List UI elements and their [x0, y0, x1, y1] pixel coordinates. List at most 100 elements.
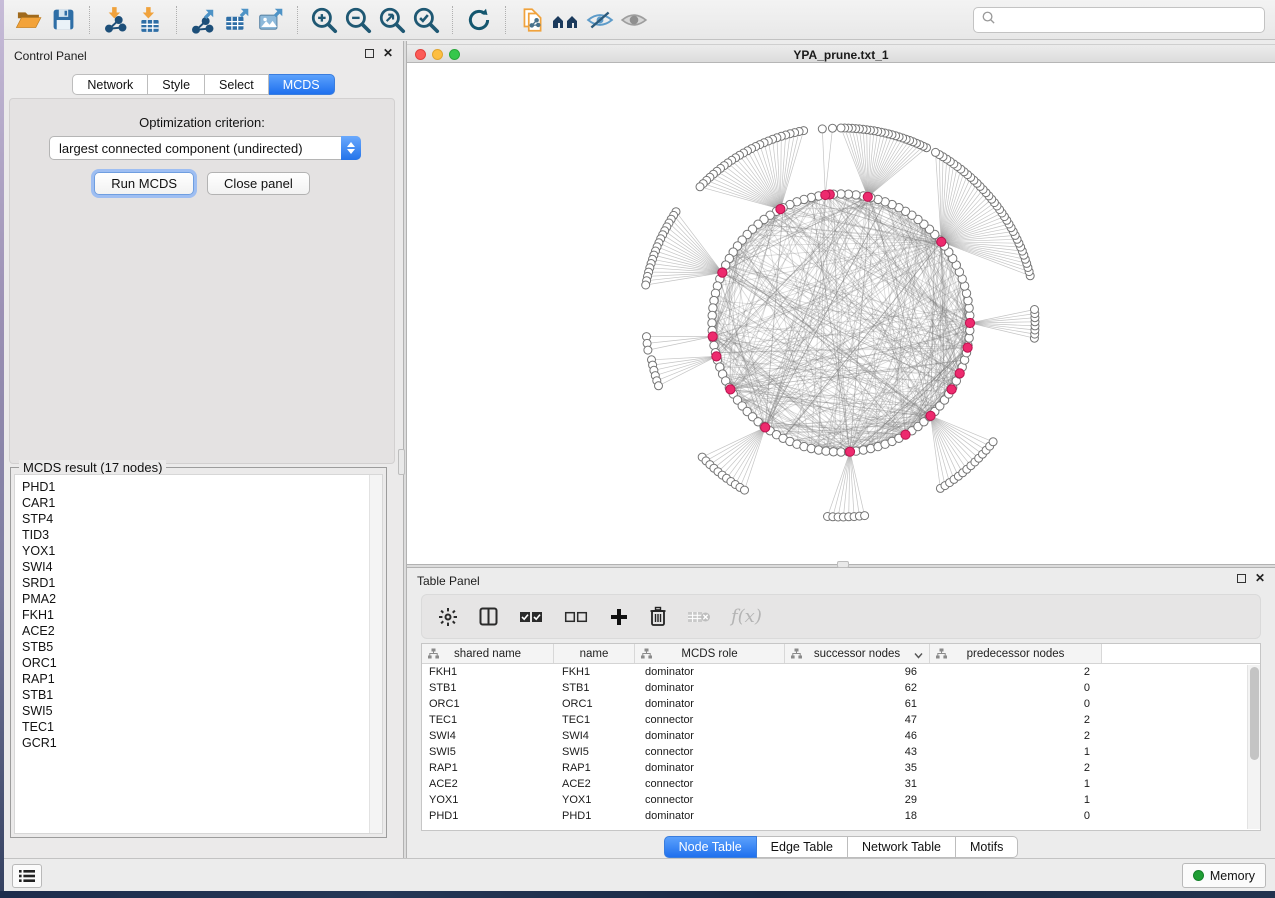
table-row[interactable]: SWI5SWI5connector431: [422, 744, 1260, 760]
memory-button[interactable]: Memory: [1182, 863, 1266, 888]
export-table-icon: [223, 6, 251, 34]
zoom-in-button[interactable]: [307, 4, 341, 36]
table-row[interactable]: TEC1TEC1connector472: [422, 712, 1260, 728]
mcds-result-item[interactable]: FKH1: [22, 607, 382, 623]
hide-selected-button[interactable]: [583, 4, 617, 36]
close-panel-button[interactable]: Close panel: [207, 172, 310, 195]
criterion-dropdown[interactable]: largest connected component (undirected): [49, 136, 361, 160]
deselect-all-button[interactable]: [564, 604, 589, 630]
tab-motifs[interactable]: Motifs: [956, 836, 1018, 858]
first-neighbors-button[interactable]: [549, 4, 583, 36]
save-session-button[interactable]: [46, 4, 80, 36]
close-panel-icon[interactable]: ✕: [383, 49, 393, 58]
column-header-name[interactable]: name: [554, 644, 635, 663]
mcds-result-item[interactable]: ACE2: [22, 623, 382, 639]
export-table-button[interactable]: [220, 4, 254, 36]
mcds-result-item[interactable]: SRD1: [22, 575, 382, 591]
toolbar-separator: [505, 6, 506, 34]
select-all-button[interactable]: [519, 604, 544, 630]
mcds-result-item[interactable]: SWI4: [22, 559, 382, 575]
import-table-icon: [136, 6, 164, 34]
mcds-result-listbox[interactable]: PHD1CAR1STP4TID3YOX1SWI4SRD1PMA2FKH1ACE2…: [14, 474, 383, 834]
table-row[interactable]: STB1STB1dominator620: [422, 680, 1260, 696]
mcds-result-item[interactable]: ORC1: [22, 655, 382, 671]
splitter-handle[interactable]: [398, 449, 405, 475]
zoom-out-button[interactable]: [341, 4, 375, 36]
add-row-button[interactable]: [609, 604, 629, 630]
mcds-result-item[interactable]: RAP1: [22, 671, 382, 687]
column-header-mcds-role[interactable]: MCDS role: [635, 644, 785, 663]
table-row[interactable]: YOX1YOX1connector291: [422, 792, 1260, 808]
table-row[interactable]: SWI4SWI4dominator462: [422, 728, 1260, 744]
show-all-button[interactable]: [617, 4, 651, 36]
mcds-result-item[interactable]: PMA2: [22, 591, 382, 607]
column-header-shared-name[interactable]: shared name: [422, 644, 554, 663]
tab-edge-table[interactable]: Edge Table: [757, 836, 848, 858]
close-panel-icon[interactable]: ✕: [1255, 574, 1265, 583]
table-row[interactable]: PHD1PHD1dominator180: [422, 808, 1260, 824]
table-cell: ORC1: [554, 696, 635, 712]
export-image-button[interactable]: [254, 4, 288, 36]
zoom-selected-button[interactable]: [409, 4, 443, 36]
column-header-successor-nodes[interactable]: successor nodes: [785, 644, 930, 663]
network-view-canvas[interactable]: [407, 63, 1275, 564]
table-settings-button[interactable]: [438, 604, 458, 630]
search-input[interactable]: [1001, 13, 1264, 27]
tab-select[interactable]: Select: [205, 74, 269, 95]
copy-network-button[interactable]: [515, 4, 549, 36]
node-table-body: FKH1FKH1dominator962STB1STB1dominator620…: [422, 664, 1260, 824]
criterion-value: largest connected component (undirected): [50, 141, 341, 156]
main-toolbar: [4, 0, 1275, 40]
first-neighbors-icon: [551, 7, 581, 33]
table-row[interactable]: ACE2ACE2connector311: [422, 776, 1260, 792]
table-row[interactable]: ORC1ORC1dominator610: [422, 696, 1260, 712]
column-header-predecessor-nodes[interactable]: predecessor nodes: [930, 644, 1102, 663]
import-network-button[interactable]: [99, 4, 133, 36]
task-history-button[interactable]: [12, 864, 42, 888]
apply-layout-button[interactable]: [462, 4, 496, 36]
open-file-button[interactable]: [12, 4, 46, 36]
mcds-result-item[interactable]: STB5: [22, 639, 382, 655]
mcds-result-item[interactable]: SWI5: [22, 703, 382, 719]
network-window-titlebar[interactable]: YPA_prune.txt_1: [407, 44, 1275, 63]
show-columns-button[interactable]: [478, 604, 499, 630]
tab-network-table[interactable]: Network Table: [848, 836, 956, 858]
function-builder-button[interactable]: f(x): [731, 604, 762, 630]
table-cell: RAP1: [554, 760, 635, 776]
delete-rows-button[interactable]: [649, 604, 667, 630]
mcds-result-item[interactable]: YOX1: [22, 543, 382, 559]
node-table: shared name name MCDS role: [421, 643, 1261, 831]
mcds-result-item[interactable]: GCR1: [22, 735, 382, 751]
import-table-button[interactable]: [133, 4, 167, 36]
mcds-result-item[interactable]: TEC1: [22, 719, 382, 735]
network-graph[interactable]: [407, 63, 1275, 564]
sort-desc-icon: [914, 650, 923, 662]
mcds-result-item[interactable]: TID3: [22, 527, 382, 543]
list-icon: [19, 869, 35, 883]
float-panel-icon[interactable]: [365, 49, 374, 58]
table-cell: dominator: [635, 728, 785, 744]
tab-node-table[interactable]: Node Table: [664, 836, 757, 858]
table-row[interactable]: FKH1FKH1dominator962: [422, 664, 1260, 680]
mcds-result-item[interactable]: STB1: [22, 687, 382, 703]
table-scrollbar[interactable]: [1247, 665, 1260, 829]
table-row[interactable]: RAP1RAP1dominator352: [422, 760, 1260, 776]
tab-style[interactable]: Style: [148, 74, 205, 95]
float-panel-icon[interactable]: [1237, 574, 1246, 583]
search-field[interactable]: [973, 7, 1265, 33]
mcds-result-item[interactable]: CAR1: [22, 495, 382, 511]
tab-mcds[interactable]: MCDS: [269, 74, 335, 95]
export-network-button[interactable]: [186, 4, 220, 36]
run-mcds-button[interactable]: Run MCDS: [94, 172, 194, 195]
tab-network[interactable]: Network: [72, 74, 148, 95]
mcds-list-scrollbar[interactable]: [369, 475, 382, 833]
mcds-result-item[interactable]: STP4: [22, 511, 382, 527]
splitter-handle[interactable]: [837, 561, 849, 568]
mcds-result-item[interactable]: PHD1: [22, 479, 382, 495]
table-cell: 31: [785, 776, 930, 792]
open-folder-icon: [15, 7, 43, 33]
table-cell: STB1: [422, 680, 554, 696]
scrollbar-thumb[interactable]: [1250, 667, 1259, 760]
zoom-fit-button[interactable]: [375, 4, 409, 36]
delete-table-button[interactable]: [687, 604, 711, 630]
